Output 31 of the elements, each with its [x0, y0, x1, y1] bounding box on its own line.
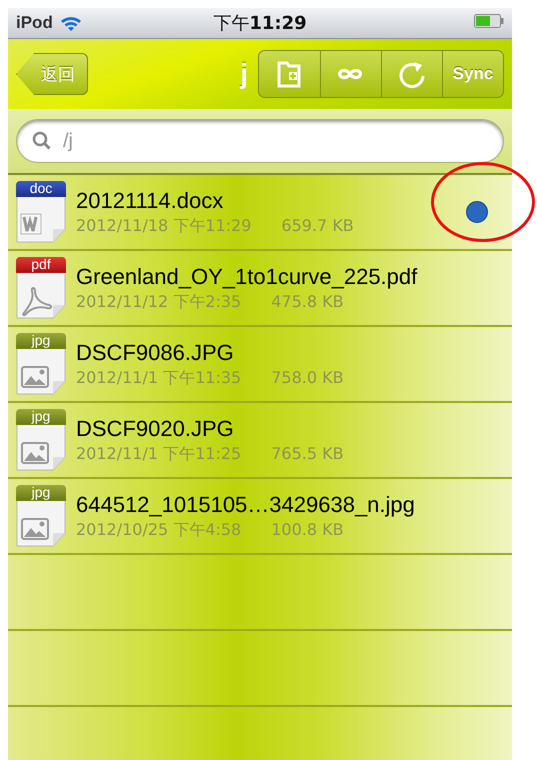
file-name: 644512_1015105…3429638_n.jpg: [76, 492, 416, 518]
file-name: DSCF9020.JPG: [76, 416, 235, 442]
clock-time: 下午11:29: [213, 12, 307, 35]
device-name: iPod: [16, 13, 53, 33]
file-date: 2012/10/25 下午4:58: [76, 520, 242, 540]
file-size: 765.5 KB: [271, 444, 344, 464]
search-field[interactable]: /j: [16, 119, 504, 163]
file-name: Greenland_OY_1to1curve_225.pdf: [76, 264, 418, 290]
file-row[interactable]: jpg DSCF9086.JPG 2012/11/1 下午11:35 758.0 KB: [8, 327, 512, 403]
loop-button[interactable]: [320, 51, 381, 97]
new-folder-button[interactable]: [259, 51, 320, 97]
refresh-button[interactable]: [381, 51, 442, 97]
file-date: 2012/11/12 下午2:35: [76, 292, 242, 312]
file-row[interactable]: jpg 644512_1015105…3429638_n.jpg 2012/10/25 下午4:58 100.8 KB: [8, 479, 512, 555]
file-date: 2012/11/18 下午11:29: [76, 216, 252, 236]
search-icon: [32, 131, 52, 151]
file-name: DSCF9086.JPG: [76, 340, 235, 366]
file-row[interactable]: pdf Greenland_OY_1to1curve_225.pdf 2012/11/12 下午2:35 475.8 KB: [8, 251, 512, 327]
folder-title: j: [240, 58, 248, 90]
file-size: 758.0 KB: [271, 368, 344, 388]
refresh-icon: [397, 59, 427, 89]
battery-icon: [474, 14, 504, 28]
file-date: 2012/11/1 下午11:25: [76, 444, 242, 464]
file-name: 20121114.docx: [76, 188, 224, 214]
wifi-icon: [58, 14, 83, 32]
file-size: 100.8 KB: [271, 520, 344, 540]
file-row[interactable]: jpg DSCF9020.JPG 2012/11/1 下午11:25 765.5 KB: [8, 403, 512, 479]
file-row[interactable]: doc 20121114.docx 2012/11/18 下午11:29 659.7 KB: [8, 175, 512, 251]
file-date: 2012/11/1 下午11:35: [76, 368, 242, 388]
file-size: 475.8 KB: [271, 292, 344, 312]
file-size: 659.7 KB: [281, 216, 354, 236]
